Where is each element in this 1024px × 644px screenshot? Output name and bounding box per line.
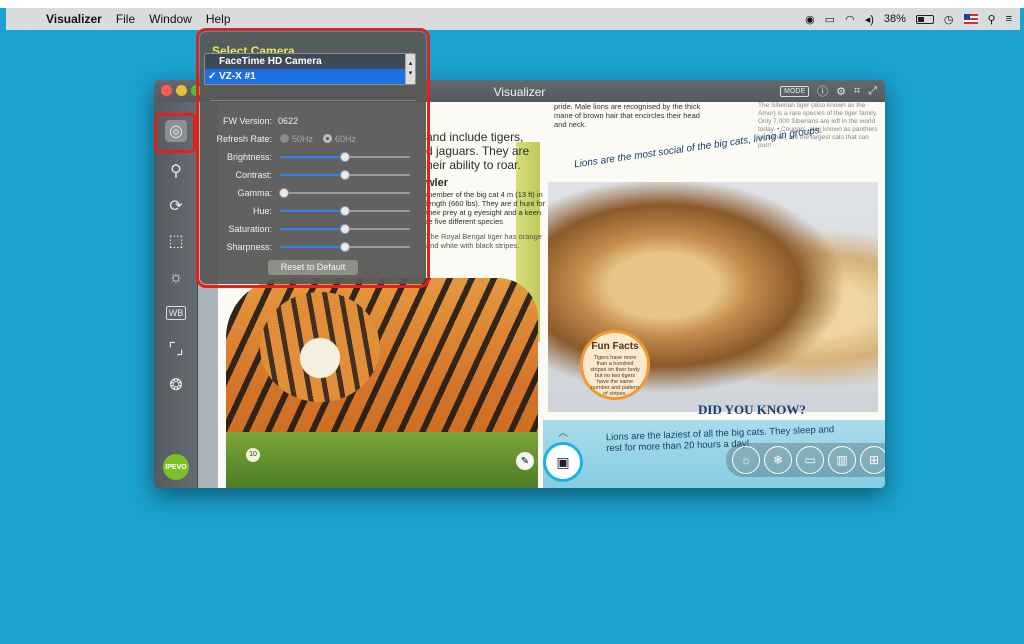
- camera-icon: ▣: [556, 453, 570, 470]
- color-filter-icon: ❂: [169, 377, 183, 394]
- battery-icon[interactable]: [915, 14, 934, 24]
- settings-panel-highlight: [196, 28, 430, 288]
- settings-gear-icon[interactable]: ⚙: [836, 85, 846, 98]
- capture-button[interactable]: ▣: [543, 442, 583, 482]
- crop-icon: ⬚: [168, 233, 184, 250]
- book-text-line: d jaguars. They are: [426, 144, 530, 158]
- airplay-icon[interactable]: ▭: [825, 13, 835, 26]
- rotate-button[interactable]: ⟳: [165, 195, 187, 217]
- book-left-text: and include tigers, d jaguars. They are …: [426, 130, 546, 250]
- picture-in-picture-icon[interactable]: ▭: [796, 446, 824, 474]
- book-right-top-text: pride. Male lions are recognised by the …: [554, 102, 701, 129]
- spotlight-search-icon[interactable]: ⚲: [988, 13, 996, 26]
- white-balance-button[interactable]: WB: [165, 302, 187, 324]
- menubar: Visualizer File Window Help ◉ ▭ ◠ ◂) 38%…: [6, 8, 1020, 30]
- brightness-button[interactable]: ☼: [165, 267, 187, 289]
- info-icon[interactable]: ⓘ: [817, 83, 828, 99]
- zoom-button[interactable]: ⚲: [165, 160, 187, 182]
- us-flag-icon[interactable]: [963, 14, 978, 24]
- title-tools: MODE ⓘ ⚙ ⌗ ⤢: [780, 83, 877, 99]
- notification-center-icon[interactable]: ≡: [1006, 13, 1012, 25]
- menu-app-name[interactable]: Visualizer: [46, 12, 102, 26]
- book-icon[interactable]: ▥: [828, 446, 856, 474]
- freeze-icon[interactable]: ❄: [764, 446, 792, 474]
- chevron-up-icon[interactable]: ︿: [556, 424, 570, 439]
- fun-facts-title: Fun Facts: [591, 341, 639, 352]
- focus-button[interactable]: ⌜⌟: [165, 338, 187, 360]
- camera-button-highlight: [154, 113, 196, 153]
- left-toolbar: ◎ ⚲ ⟳ ⬚ ☼ WB ⌜⌟ ❂ IPEVO: [154, 102, 198, 488]
- book-caption: The Royal Bengal tiger has orange and wh…: [426, 232, 542, 250]
- bottom-toolbar: ☼ ❄ ▭ ▥ ⊞ ⛶: [726, 443, 885, 477]
- brightness-icon[interactable]: ☼: [732, 446, 760, 474]
- volume-icon[interactable]: ◂): [865, 13, 874, 26]
- crop-tool-icon[interactable]: ⌗: [854, 85, 860, 98]
- wifi-icon[interactable]: ◠: [845, 13, 855, 26]
- mode-button[interactable]: MODE: [780, 85, 810, 97]
- menu-help[interactable]: Help: [206, 12, 231, 26]
- creative-cloud-icon[interactable]: ◉: [805, 13, 815, 26]
- book-text-line: and include tigers,: [426, 130, 524, 144]
- tiger-face-image: [260, 292, 380, 402]
- color-filter-button[interactable]: ❂: [165, 374, 187, 396]
- rotate-icon: ⟳: [169, 198, 183, 215]
- book-body: member of the big cat 4 m (13 ft) in len…: [426, 190, 546, 226]
- fun-facts-body: Tigers have more than a hundred stripes …: [590, 355, 640, 397]
- expand-icon[interactable]: ⤢: [868, 85, 877, 98]
- page-number: 10: [246, 448, 260, 462]
- menu-window[interactable]: Window: [149, 12, 192, 26]
- menu-file[interactable]: File: [116, 12, 135, 26]
- book-text-line: heir ability to roar.: [426, 158, 521, 172]
- sun-icon: ☼: [168, 269, 184, 286]
- annotate-brush-button[interactable]: ✎: [516, 452, 534, 470]
- did-you-know-heading: DID YOU KNOW?: [698, 402, 806, 417]
- split-icon[interactable]: ⊞: [860, 446, 885, 474]
- frame-top: [0, 0, 1024, 8]
- ipevo-logo: IPEVO: [163, 454, 189, 480]
- clock-icon[interactable]: ◷: [944, 13, 954, 26]
- fun-facts-badge: Fun Facts Tigers have more than a hundre…: [580, 330, 650, 400]
- crop-button[interactable]: ⬚: [165, 230, 187, 252]
- wb-icon: WB: [165, 306, 187, 320]
- book-heading: wler: [426, 177, 449, 189]
- magnifier-icon: ⚲: [170, 163, 182, 180]
- grass-image: [226, 432, 538, 488]
- brush-icon: ✎: [520, 455, 530, 467]
- focus-icon: ⌜⌟: [168, 341, 184, 358]
- battery-percent: 38%: [883, 13, 906, 25]
- menubar-status: ◉ ▭ ◠ ◂) 38% ◷ ⚲ ≡: [805, 8, 1012, 30]
